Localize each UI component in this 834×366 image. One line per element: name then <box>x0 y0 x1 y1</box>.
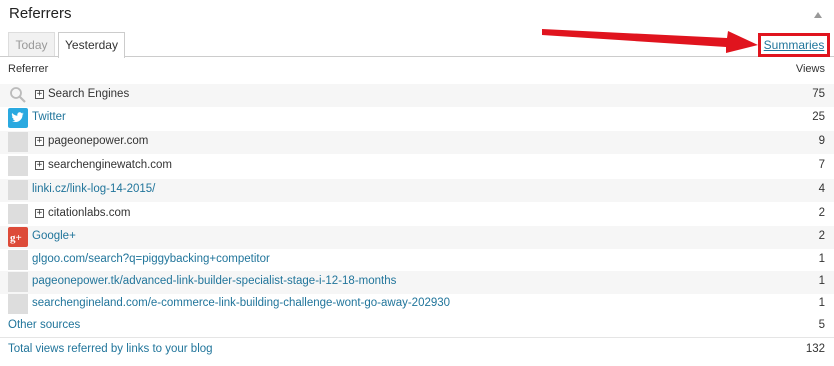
referrer-views: 1 <box>818 253 825 265</box>
referrer-views: 25 <box>812 111 825 123</box>
referrer-views: 1 <box>818 297 825 309</box>
panel-title: Referrers <box>9 5 72 22</box>
google-plus-icon: g+ <box>8 227 28 247</box>
referrer-row-pageonepower-tk: pageonepower.tk/advanced-link-builder-sp… <box>0 271 834 294</box>
referrer-label: Search Engines <box>48 88 130 100</box>
referrer-views: 75 <box>812 88 825 100</box>
referrer-row-pageonepower: + pageonepower.com 9 <box>0 131 834 154</box>
other-sources-row: Other sources 5 <box>0 315 834 337</box>
total-views-count: 132 <box>805 343 825 355</box>
referrer-link[interactable]: Twitter <box>32 111 66 123</box>
referrer-row-google-plus: g+ Google+ 2 <box>0 226 834 249</box>
referrer-label: searchenginewatch.com <box>48 159 173 171</box>
referrer-row-twitter: Twitter 25 <box>0 107 834 130</box>
favicon-placeholder <box>8 204 28 224</box>
tabs-divider <box>0 56 834 57</box>
favicon-placeholder <box>8 156 28 176</box>
referrer-views: 2 <box>818 207 825 219</box>
svg-text:g+: g+ <box>10 232 22 244</box>
referrer-row-citationlabs: + citationlabs.com 2 <box>0 203 834 226</box>
column-header-views: Views <box>795 63 825 75</box>
other-sources-views: 5 <box>818 319 825 331</box>
favicon-placeholder <box>8 272 28 292</box>
expand-toggle[interactable]: + <box>35 137 44 146</box>
referrer-row-searchengineland: searchengineland.com/e-commerce-link-bui… <box>0 293 834 316</box>
tab-today[interactable]: Today <box>8 32 55 57</box>
referrer-label: citationlabs.com <box>48 207 131 219</box>
expand-toggle[interactable]: + <box>35 161 44 170</box>
favicon-placeholder <box>8 180 28 200</box>
expand-toggle[interactable]: + <box>35 209 44 218</box>
search-icon <box>8 85 28 105</box>
referrers-panel: Referrers Today Yesterday Summaries Refe… <box>0 0 834 366</box>
referrer-link[interactable]: glgoo.com/search?q=piggybacking+competit… <box>32 253 270 265</box>
summaries-highlight-box: Summaries <box>758 33 830 57</box>
favicon-placeholder <box>8 294 28 314</box>
tab-yesterday[interactable]: Yesterday <box>58 32 125 58</box>
referrer-link[interactable]: linki.cz/link-log-14-2015/ <box>32 183 155 195</box>
referrer-row-searchenginewatch: + searchenginewatch.com 7 <box>0 155 834 178</box>
other-sources-link[interactable]: Other sources <box>8 319 80 331</box>
referrer-label: pageonepower.com <box>48 135 149 147</box>
referrer-row-search-engines: + Search Engines 75 <box>0 84 834 107</box>
referrer-row-glgoo: glgoo.com/search?q=piggybacking+competit… <box>0 249 834 272</box>
expand-toggle[interactable]: + <box>35 90 44 99</box>
summaries-link[interactable]: Summaries <box>761 36 827 54</box>
referrer-views: 4 <box>818 183 825 195</box>
panel-header: Referrers <box>0 0 834 32</box>
total-divider <box>0 337 834 338</box>
twitter-icon <box>8 108 28 128</box>
column-header-referrer: Referrer <box>8 63 49 75</box>
referrer-link[interactable]: pageonepower.tk/advanced-link-builder-sp… <box>32 275 396 287</box>
referrer-views: 1 <box>818 275 825 287</box>
referrer-row-linki: linki.cz/link-log-14-2015/ 4 <box>0 179 834 202</box>
favicon-placeholder <box>8 132 28 152</box>
referrer-link[interactable]: Google+ <box>32 230 76 242</box>
total-views-link[interactable]: Total views referred by links to your bl… <box>8 343 213 355</box>
collapse-toggle-icon[interactable] <box>814 12 822 18</box>
total-row: Total views referred by links to your bl… <box>0 340 834 360</box>
referrer-views: 7 <box>818 159 825 171</box>
referrer-views: 9 <box>818 135 825 147</box>
referrer-views: 2 <box>818 230 825 242</box>
favicon-placeholder <box>8 250 28 270</box>
referrer-link[interactable]: searchengineland.com/e-commerce-link-bui… <box>32 297 450 309</box>
